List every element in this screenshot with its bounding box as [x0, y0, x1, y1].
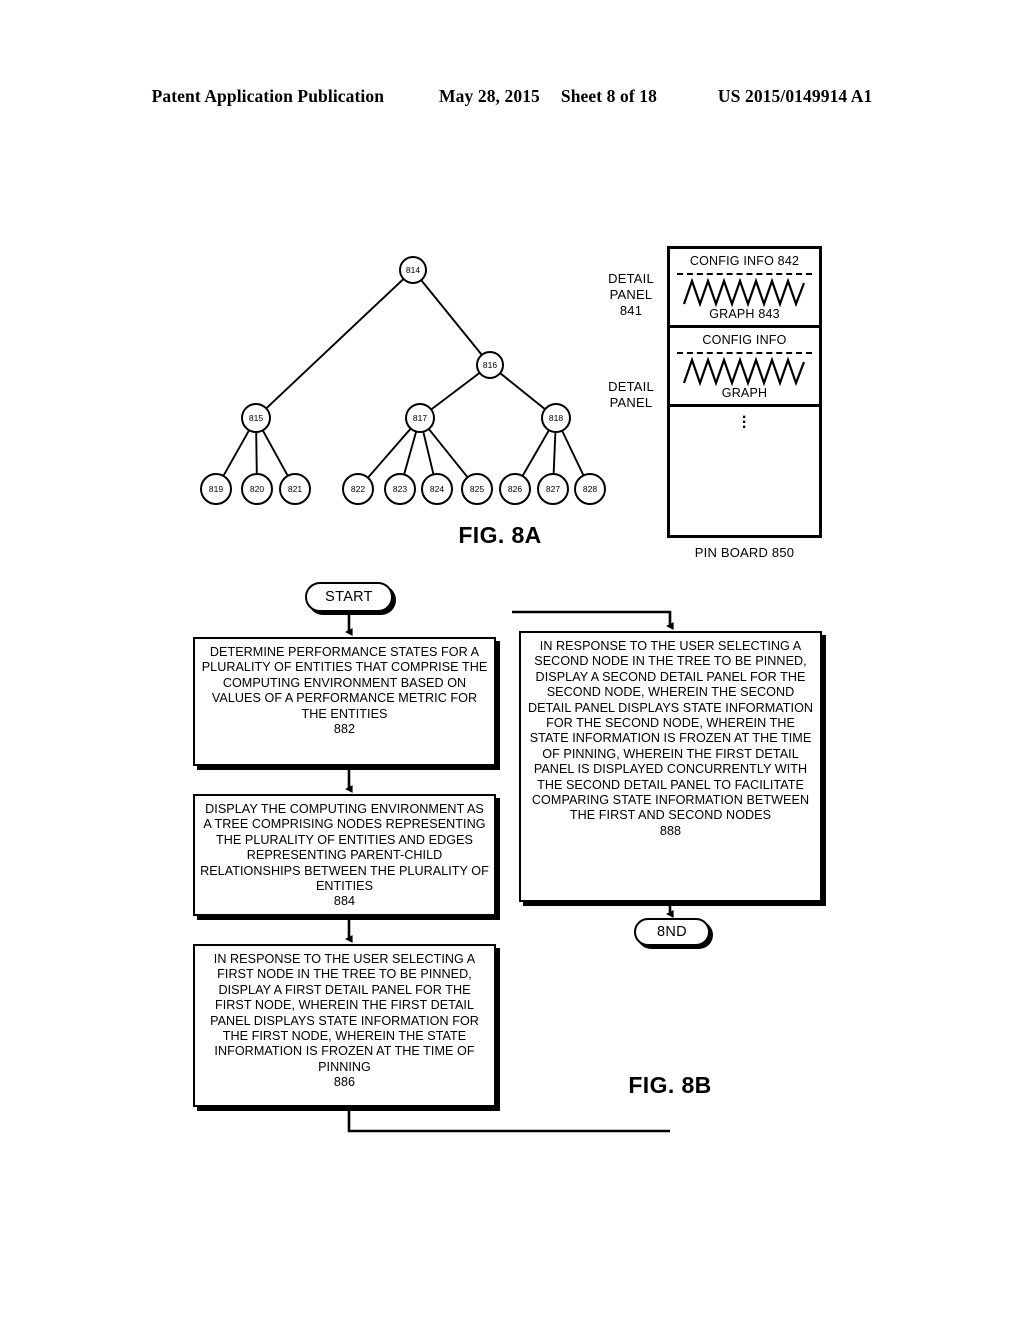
pin-board[interactable]: CONFIG INFO 842 GRAPH 843 CONFIG INFO GR… [667, 246, 822, 538]
tree-node-826-label: 826 [508, 484, 522, 494]
tree-edge-817-823 [403, 431, 418, 475]
flowchart-step-882-ref: 882 [333, 722, 356, 737]
figure-8b-caption: FIG. 8B [628, 1072, 712, 1098]
flowchart-step-882-text: DETERMINE PERFORMANCE STATES FOR A PLURA… [201, 645, 488, 721]
flowchart-start-terminal[interactable]: START [305, 582, 393, 612]
pin-board-label: PIN BOARD 850 [694, 545, 795, 560]
flowchart-step-884[interactable]: DISPLAY THE COMPUTING ENVIRONMENT AS A T… [193, 794, 496, 916]
tree-svg: 814 816 815 817 818 819 820 821 822 823 824 825 826 8… [200, 256, 606, 505]
tree-node-824-label: 824 [430, 484, 444, 494]
tree-edge-818-827 [552, 431, 557, 475]
tree-node-814-label: 814 [406, 265, 420, 275]
detail-panel-1-divider [677, 273, 812, 275]
tree-node-815-label: 815 [249, 413, 263, 423]
tree-node-818[interactable]: 818 [541, 403, 571, 433]
flowchart-step-882[interactable]: DETERMINE PERFORMANCE STATES FOR A PLURA… [193, 637, 496, 766]
tree-node-815[interactable]: 815 [241, 403, 271, 433]
flowchart-step-888-ref: 888 [659, 823, 682, 838]
tree-node-819[interactable]: 819 [200, 473, 232, 505]
tree-node-825[interactable]: 825 [461, 473, 493, 505]
detail-panel-2-graph-label: GRAPH [721, 386, 768, 400]
entity-tree-diagram: 814 816 815 817 818 819 820 821 822 823 824 825 826 8… [180, 240, 620, 520]
tree-node-822-label: 822 [351, 484, 365, 494]
detail-panel-2[interactable]: CONFIG INFO GRAPH [670, 328, 819, 407]
tree-edge-816-817 [430, 372, 481, 411]
tree-edge-815-821 [261, 429, 289, 477]
header-publication-text: Patent Application Publication [151, 86, 385, 106]
flowchart-step-884-text: DISPLAY THE COMPUTING ENVIRONMENT AS A T… [200, 802, 489, 894]
detail-panel-1-side-label: DETAIL PANEL 841 [608, 271, 654, 318]
figure-8a-caption: FIG. 8A [458, 522, 542, 548]
tree-node-828-label: 828 [583, 484, 597, 494]
flowchart-step-886[interactable]: IN RESPONSE TO THE USER SELECTING A FIRS… [193, 944, 496, 1107]
flowchart-step-884-ref: 884 [333, 894, 356, 909]
header-date-text: May 28, 2015 [439, 86, 540, 106]
tree-edge-817-824 [422, 431, 435, 475]
tree-node-828[interactable]: 828 [574, 473, 606, 505]
tree-node-826[interactable]: 826 [499, 473, 531, 505]
detail-panel-2-divider [677, 352, 812, 354]
flowchart-end-terminal[interactable]: 8ND [634, 918, 710, 946]
tree-node-818-label: 818 [549, 413, 563, 423]
flowchart-figure-8b [0, 0, 1024, 1320]
page-header: Patent Application Publication May 28, 2… [0, 86, 1024, 107]
detail-panel-2-graph-waveform [676, 356, 813, 386]
flowchart-step-888[interactable]: IN RESPONSE TO THE USER SELECTING A SECO… [519, 631, 822, 902]
tree-node-817-label: 817 [413, 413, 427, 423]
tree-node-824[interactable]: 824 [421, 473, 453, 505]
tree-edge-818-826 [521, 429, 550, 477]
detail-panel-1[interactable]: CONFIG INFO 842 GRAPH 843 [670, 249, 819, 328]
detail-panel-1-graph-label: GRAPH 843 [709, 307, 780, 321]
detail-panel-2-config-info: CONFIG INFO [702, 333, 787, 347]
tree-node-821-label: 821 [288, 484, 302, 494]
tree-node-814[interactable]: 814 [399, 256, 427, 284]
tree-node-820-label: 820 [250, 484, 264, 494]
tree-node-827[interactable]: 827 [537, 473, 569, 505]
tree-node-823[interactable]: 823 [384, 473, 416, 505]
tree-node-820[interactable]: 820 [241, 473, 273, 505]
detail-panel-1-graph-waveform [676, 277, 813, 307]
tree-node-819-label: 819 [209, 484, 223, 494]
tree-node-821[interactable]: 821 [279, 473, 311, 505]
detail-panel-1-config-info: CONFIG INFO 842 [689, 254, 800, 268]
tree-node-822[interactable]: 822 [342, 473, 374, 505]
tree-node-827-label: 827 [546, 484, 560, 494]
tree-edge-814-816 [420, 279, 483, 356]
tree-node-816-label: 816 [483, 360, 497, 370]
flowchart-step-888-text: IN RESPONSE TO THE USER SELECTING A SECO… [527, 639, 814, 823]
tree-node-825-label: 825 [470, 484, 484, 494]
flowchart-connectors [344, 610, 674, 1133]
flowchart-step-886-text: IN RESPONSE TO THE USER SELECTING A FIRS… [210, 952, 479, 1074]
header-publication-number: US 2015/0149914 A1 [717, 86, 873, 106]
tree-edge-815-819 [222, 429, 250, 477]
pin-board-empty-slot[interactable]: · · · [670, 407, 819, 498]
tree-node-817[interactable]: 817 [405, 403, 435, 433]
tree-edge-816-818 [499, 372, 546, 410]
tree-edge-814-815 [265, 278, 405, 410]
flowchart-step-886-ref: 886 [333, 1075, 356, 1090]
tree-node-816[interactable]: 816 [476, 351, 504, 379]
header-sheet-text: Sheet 8 of 18 [560, 86, 657, 106]
tree-edge-818-828 [561, 430, 585, 476]
tree-edge-815-820 [255, 431, 258, 475]
tree-node-823-label: 823 [393, 484, 407, 494]
vertical-ellipsis-icon: · · · [741, 409, 748, 436]
tree-edge-817-825 [428, 428, 469, 478]
detail-panel-2-side-label: DETAIL PANEL [608, 379, 654, 410]
